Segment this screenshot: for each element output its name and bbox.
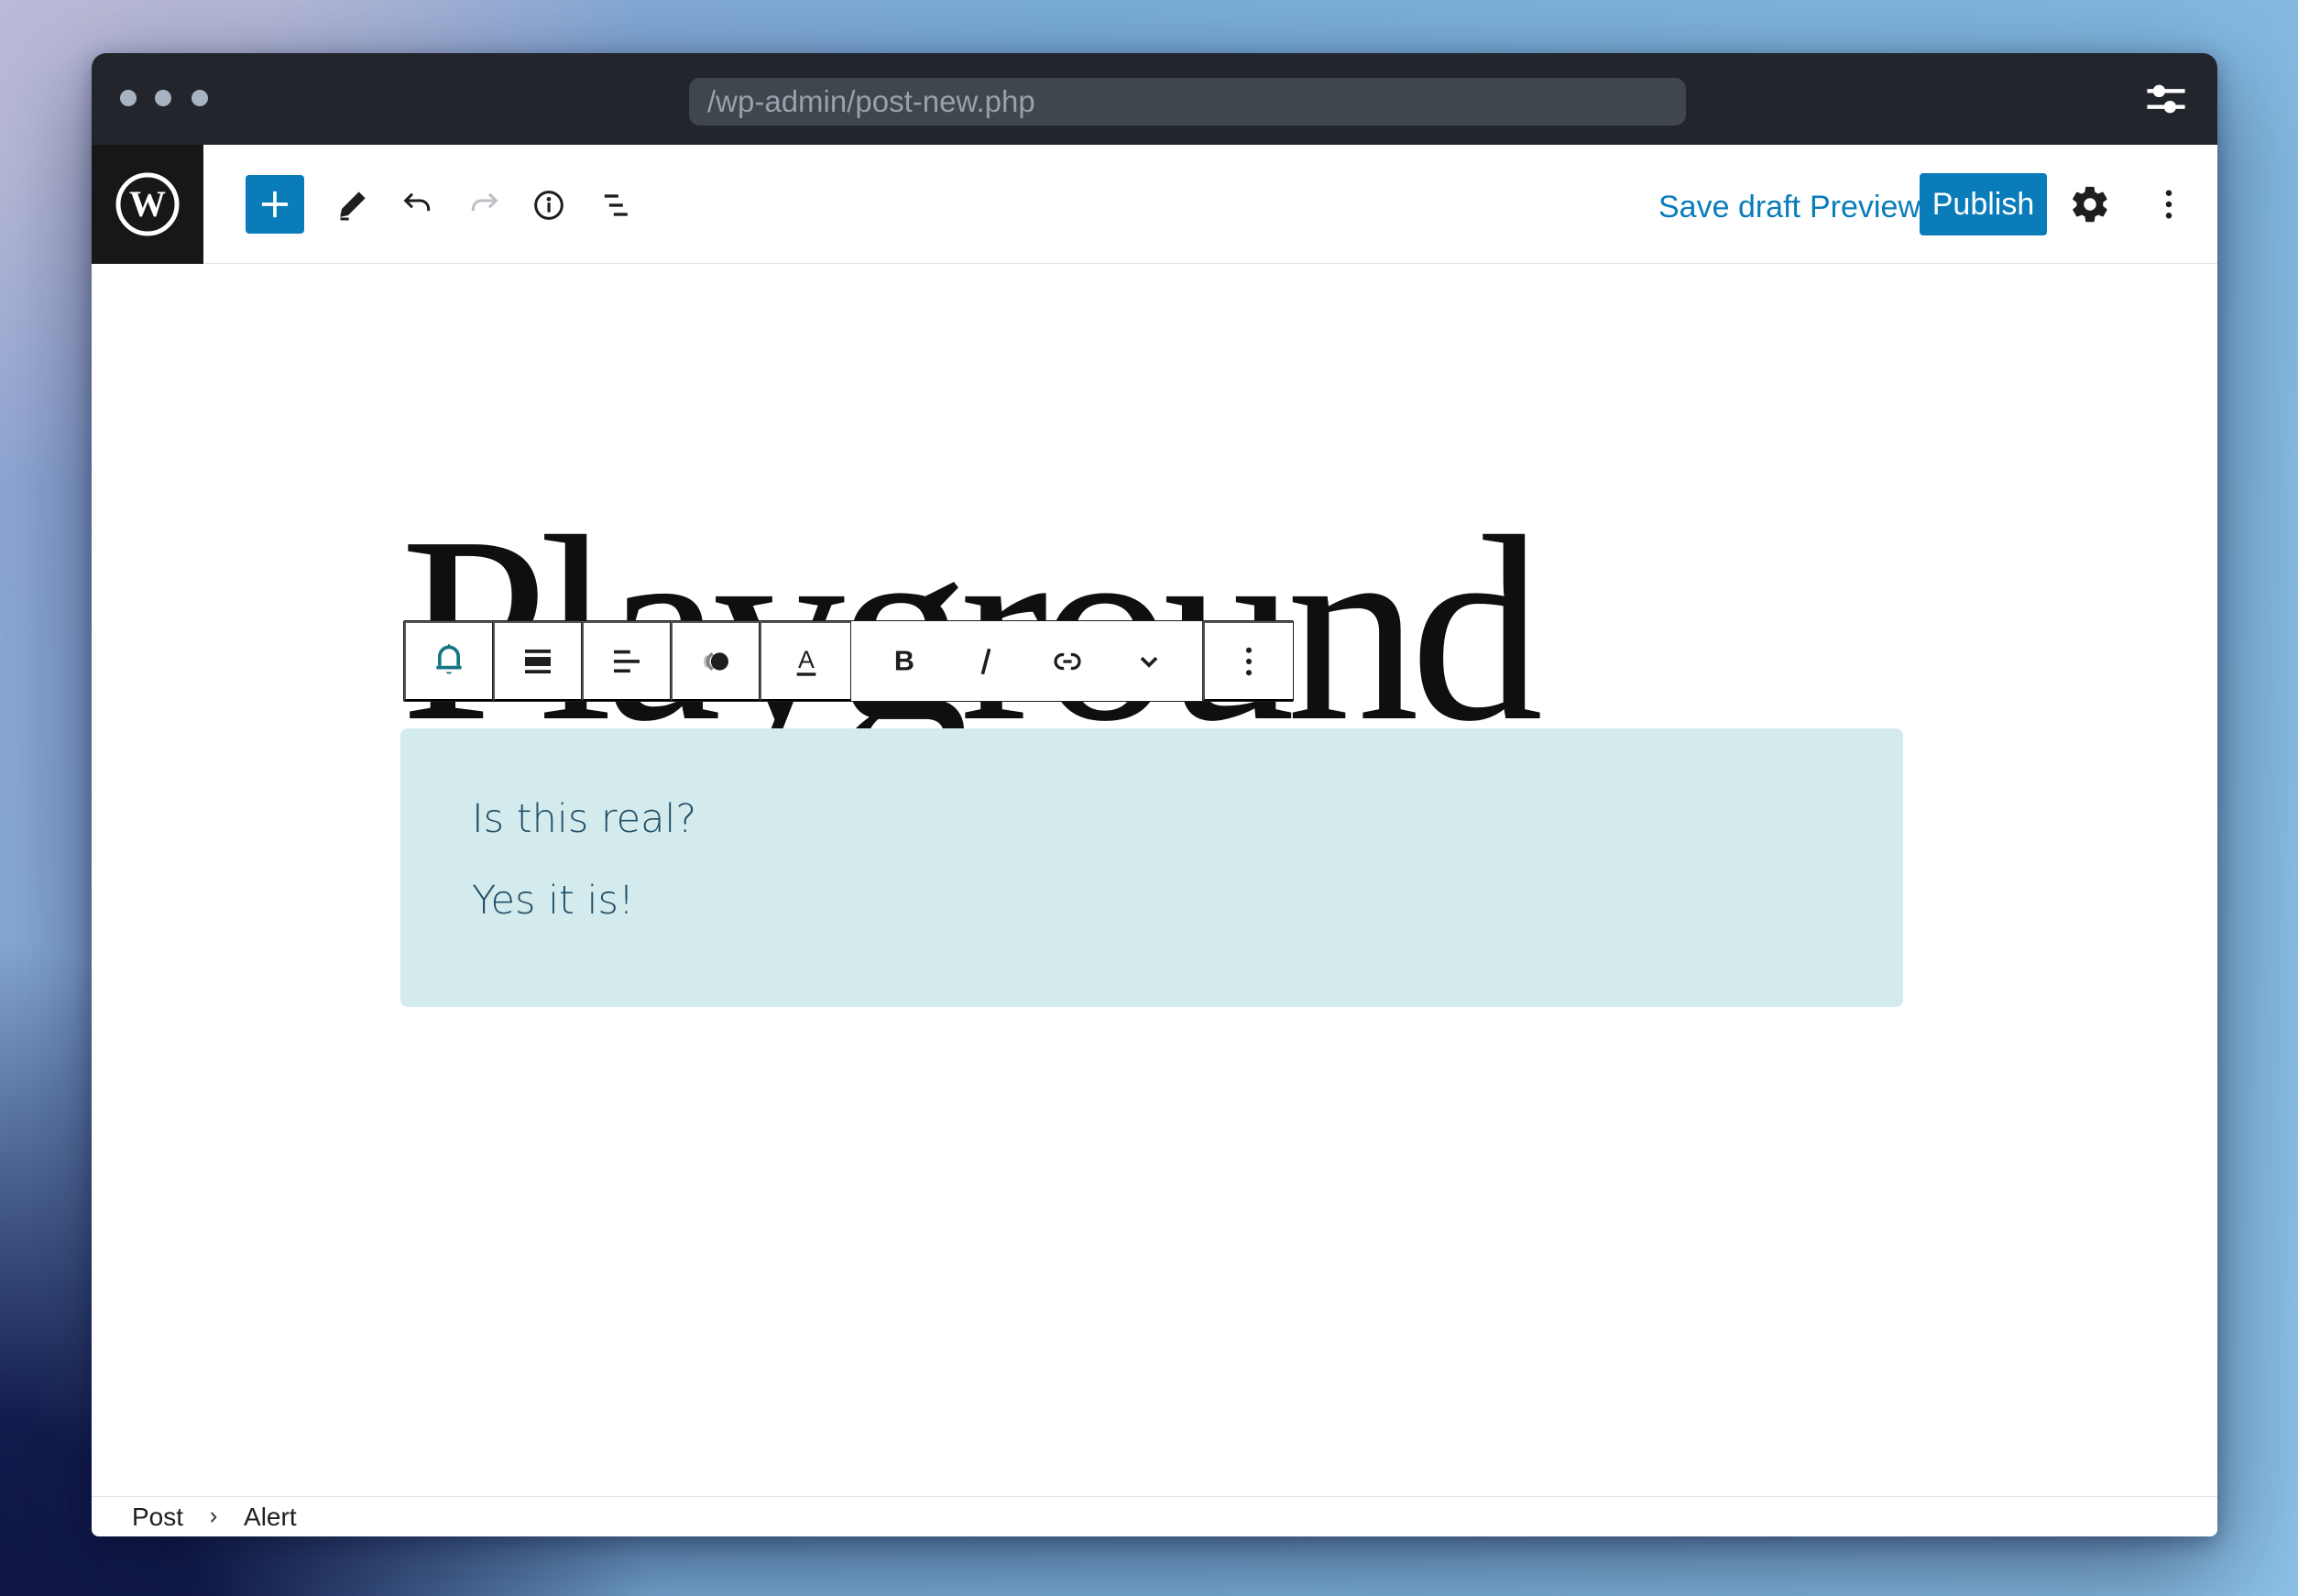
block-toolbar: A B [403, 620, 1294, 702]
address-bar[interactable]: /wp-admin/post-new.php [689, 78, 1686, 126]
alert-paragraph[interactable]: Yes it is! [472, 879, 1848, 923]
block-breadcrumb-bar: Post Alert [92, 1496, 2217, 1536]
italic-button[interactable] [965, 640, 1007, 683]
alert-block[interactable]: Is this real? Yes it is! [400, 728, 1903, 1007]
text-align-button[interactable] [582, 621, 671, 701]
editor-header: W Save draft Preview Publish [92, 145, 2217, 264]
svg-text:A: A [798, 645, 815, 672]
bell-icon [436, 643, 462, 673]
browser-titlebar: /wp-admin/post-new.php [92, 53, 2217, 145]
breadcrumb-post[interactable]: Post [132, 1503, 183, 1532]
chevron-down-icon [1140, 656, 1157, 668]
text-color-icon: A [796, 645, 815, 676]
save-draft-button[interactable]: Save draft [1658, 190, 1800, 225]
rich-text-format-group: B [851, 621, 1203, 701]
redo-icon [471, 192, 498, 212]
bold-icon: B [894, 645, 914, 676]
align-text-left-icon [614, 650, 640, 672]
details-button[interactable] [531, 187, 567, 224]
highlight-color-button[interactable]: A [760, 621, 851, 701]
options-menu-button[interactable] [2148, 183, 2190, 225]
duotone-icon [704, 651, 728, 671]
list-view-icon [604, 194, 628, 216]
block-inserter-button[interactable] [246, 175, 304, 234]
editor-canvas: Playground [92, 264, 2217, 1536]
window-control-dot[interactable] [192, 90, 208, 106]
wp-logo-letter: W [129, 183, 166, 224]
window-control-dot[interactable] [120, 90, 137, 106]
alert-block-type-button[interactable] [404, 621, 493, 701]
breadcrumb-block[interactable]: Alert [244, 1503, 297, 1532]
publish-button[interactable]: Publish [1920, 173, 2047, 235]
preview-button[interactable]: Preview [1810, 190, 1920, 225]
kebab-menu-icon [2165, 190, 2172, 219]
bold-button[interactable]: B [883, 640, 925, 683]
settings-button[interactable] [2069, 183, 2111, 225]
kebab-menu-icon [1245, 647, 1253, 675]
align-none-icon [525, 649, 551, 673]
plus-icon [261, 191, 289, 218]
chevron-right-icon [210, 1511, 217, 1523]
link-button[interactable] [1046, 640, 1089, 683]
edit-mode-button[interactable] [334, 187, 370, 224]
duotone-filter-button[interactable] [671, 621, 760, 701]
redo-button[interactable] [465, 187, 502, 224]
window-control-dot[interactable] [155, 90, 171, 106]
svg-text:B: B [894, 645, 914, 676]
italic-icon [980, 648, 991, 674]
gear-icon [2073, 186, 2107, 223]
list-view-button[interactable] [599, 187, 636, 224]
wordpress-logo[interactable]: W [92, 145, 203, 264]
info-icon [534, 191, 564, 220]
undo-button[interactable] [399, 187, 436, 224]
alert-paragraph[interactable]: Is this real? [472, 797, 1848, 841]
block-align-button[interactable] [493, 621, 582, 701]
browser-window: /wp-admin/post-new.php W Save draft Prev… [92, 53, 2217, 1536]
pencil-icon [340, 191, 366, 221]
sliders-settings-icon[interactable] [2142, 75, 2190, 123]
link-icon [1054, 652, 1081, 670]
undo-icon [403, 192, 431, 212]
more-formats-button[interactable] [1128, 640, 1170, 683]
block-options-button[interactable] [1203, 621, 1293, 701]
